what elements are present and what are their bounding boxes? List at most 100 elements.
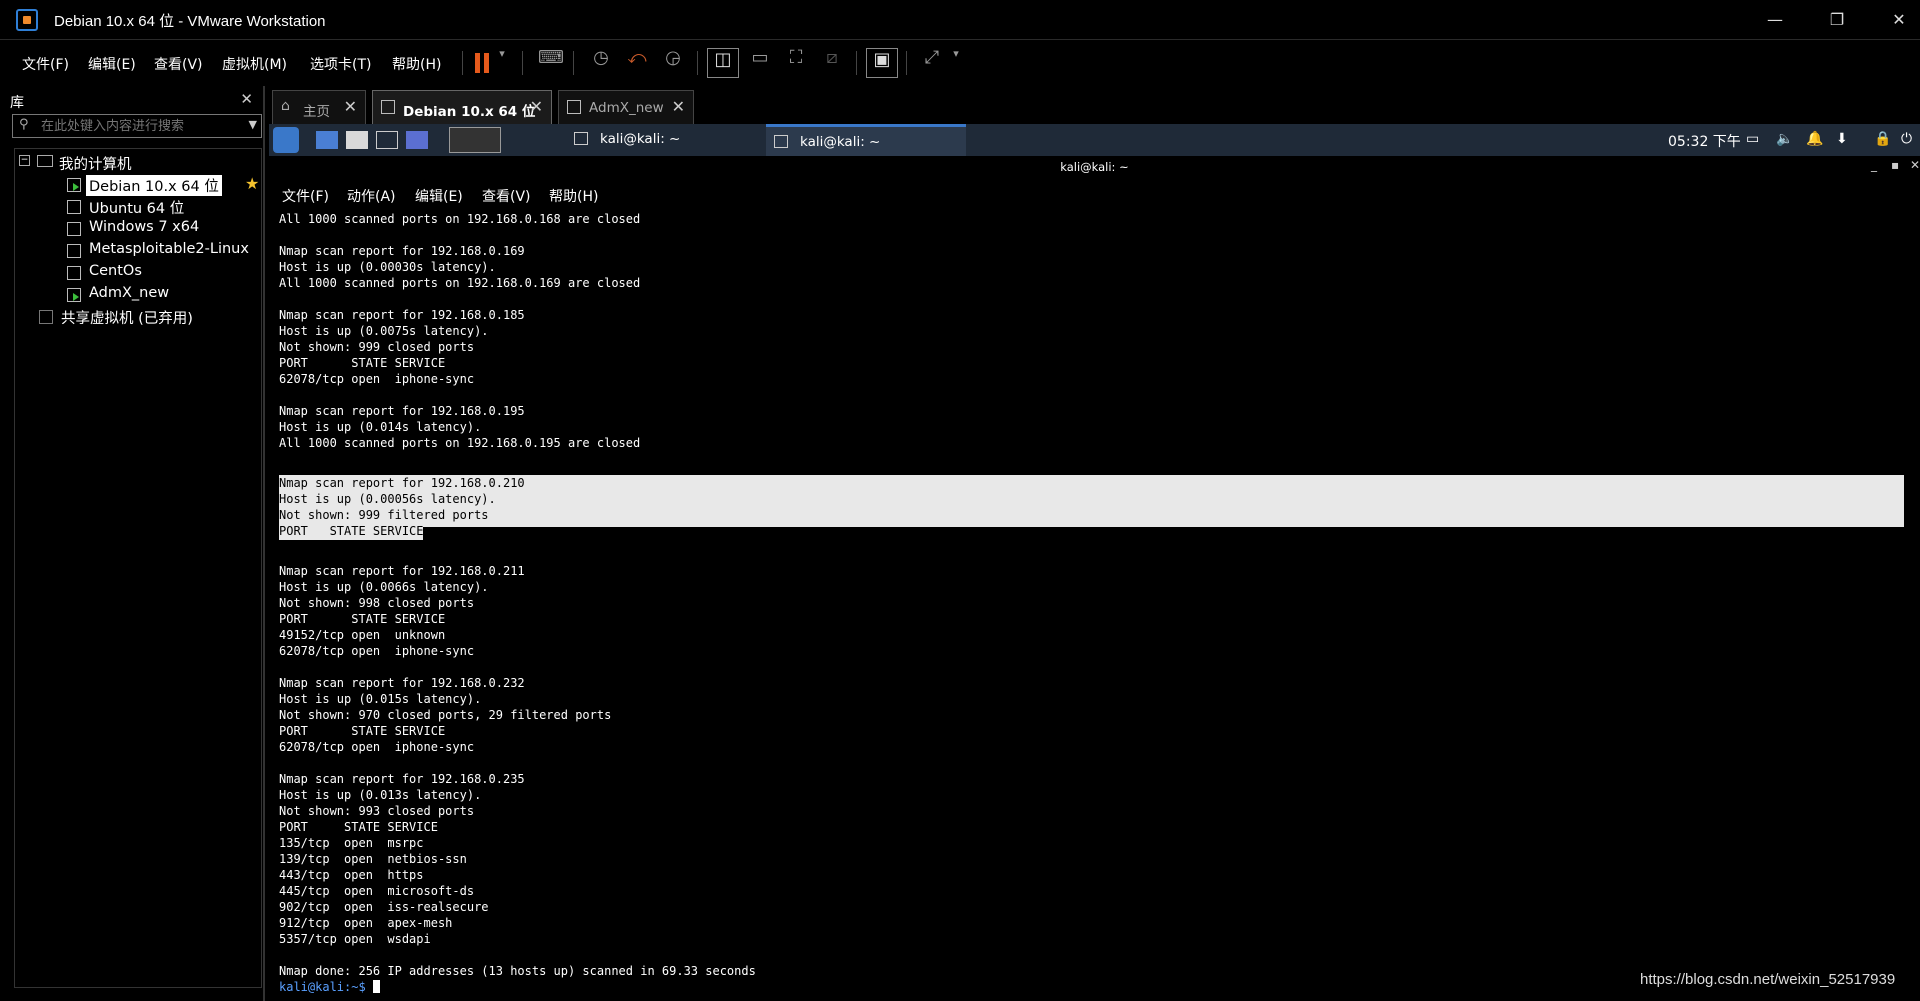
revert-snapshot-icon[interactable]: ⤺ (621, 47, 653, 79)
vm-label: Windows 7 x64 (89, 219, 200, 235)
terminal-line: Nmap scan report for 192.168.0.195 (279, 404, 525, 418)
console-view-icon[interactable]: ▣ (866, 48, 898, 78)
restore-button[interactable]: ❐ (1822, 8, 1852, 32)
toolbar-separator (906, 51, 907, 75)
menu-help[interactable]: 帮助(H) (392, 54, 441, 74)
snapshot-icon[interactable]: ◷ (585, 47, 617, 79)
close-icon[interactable]: ✕ (530, 97, 543, 116)
terminal-line: Nmap scan report for 192.168.0.169 (279, 244, 525, 258)
menu-tabs[interactable]: 选项卡(T) (310, 54, 371, 74)
terminal-close-button[interactable]: ✕ (1910, 158, 1920, 172)
terminal-icon[interactable] (376, 131, 398, 149)
vm-running-icon (67, 288, 81, 302)
update-icon[interactable]: ⬇ (1836, 131, 1848, 147)
tab-label: 主页 (303, 104, 330, 120)
terminal-line: Nmap scan report for 192.168.0.232 (279, 676, 525, 690)
title-bar: Debian 10.x 64 位 - VMware Workstation — … (0, 0, 1920, 40)
bell-icon[interactable]: 🔔 (1806, 131, 1823, 147)
shell-prompt: kali@kali:~$ (279, 980, 373, 994)
terminal-line: PORT STATE SERVICE (279, 612, 446, 626)
lock-icon[interactable]: 🔒 (1874, 131, 1891, 147)
file-manager-icon[interactable] (346, 131, 368, 149)
guest-display[interactable]: kali@kali: ~ kali@kali: ~ 05:32 下午 ▭ 🔈 🔔… (269, 124, 1920, 1001)
display-icon[interactable]: ▭ (1746, 131, 1759, 147)
menu-view[interactable]: 查看(V) (154, 54, 203, 74)
taskbar-window-2[interactable]: kali@kali: ~ (766, 124, 966, 156)
send-ctrl-alt-del-icon[interactable]: ⌨ (535, 47, 567, 79)
terminal-line: Not shown: 993 closed ports (279, 804, 475, 818)
terminal-line: All 1000 scanned ports on 192.168.0.195 … (279, 436, 641, 450)
vm-running-icon (381, 100, 395, 114)
terminal-menu-edit[interactable]: 编辑(E) (415, 186, 463, 206)
vm-label: Metasploitable2-Linux (89, 241, 249, 257)
thumbnail-view-icon[interactable]: ▭ (744, 47, 776, 79)
terminal-line: Host is up (0.015s latency). (279, 692, 482, 706)
terminal-menu-help[interactable]: 帮助(H) (549, 186, 598, 206)
search-input[interactable] (41, 117, 231, 135)
terminal-line: Host is up (0.014s latency). (279, 420, 482, 434)
snapshot-manager-icon[interactable]: ◶ (657, 47, 689, 79)
terminal-minimize-button[interactable]: _ (1871, 158, 1877, 172)
terminal-menu-action[interactable]: 动作(A) (347, 186, 396, 206)
chevron-down-icon[interactable]: ▾ (492, 47, 512, 79)
terminal-line: 139/tcp open netbios-ssn (279, 852, 467, 866)
tree-vm-debian[interactable]: Debian 10.x 64 位 ★ (67, 174, 259, 196)
workspace-switcher[interactable] (449, 127, 501, 153)
close-icon[interactable]: ✕ (672, 97, 685, 116)
panel-clock[interactable]: 05:32 下午 (1668, 131, 1741, 151)
terminal-line-selected: Not shown: 999 filtered ports (279, 508, 489, 522)
tab-admx[interactable]: AdmX_new ✕ (558, 90, 694, 124)
menu-file[interactable]: 文件(F) (22, 54, 69, 74)
tab-debian[interactable]: Debian 10.x 64 位 ✕ (372, 90, 552, 124)
minimize-button[interactable]: — (1760, 8, 1790, 32)
terminal-line: Not shown: 998 closed ports (279, 596, 475, 610)
terminal-line: Host is up (0.0066s latency). (279, 580, 489, 594)
vm-tab-strip: ⌂ 主页 ✕ Debian 10.x 64 位 ✕ AdmX_new ✕ (268, 86, 1920, 124)
home-icon: ⌂ (281, 98, 290, 114)
browser-icon[interactable] (406, 131, 428, 149)
chevron-down-icon[interactable]: ▼ (249, 118, 257, 131)
terminal-line: All 1000 scanned ports on 192.168.0.169 … (279, 276, 641, 290)
terminal-line: 5357/tcp open wsdapi (279, 932, 431, 946)
stretch-icon[interactable]: ⤢ (916, 47, 948, 79)
tab-label: AdmX_new (589, 100, 664, 116)
terminal-maximize-button[interactable]: ▪ (1891, 158, 1899, 172)
unity-icon[interactable]: ⧄ (816, 47, 848, 79)
terminal-line: 902/tcp open iss-realsecure (279, 900, 489, 914)
library-view-icon[interactable]: ◫ (707, 48, 739, 78)
menu-vm[interactable]: 虚拟机(M) (222, 54, 287, 74)
terminal-line: 62078/tcp open iphone-sync (279, 740, 475, 754)
terminal-line: Nmap scan report for 192.168.0.235 (279, 772, 525, 786)
terminal-menu-view[interactable]: 查看(V) (482, 186, 531, 206)
chevron-down-icon[interactable]: ▾ (946, 47, 966, 79)
collapse-icon[interactable]: − (19, 155, 30, 166)
terminal-line: 62078/tcp open iphone-sync (279, 372, 475, 386)
terminal-output[interactable]: All 1000 scanned ports on 192.168.0.168 … (279, 211, 1909, 1001)
close-button[interactable]: ✕ (1884, 8, 1914, 32)
taskbar-window-1[interactable]: kali@kali: ~ (566, 124, 736, 156)
selected-output[interactable]: Nmap scan report for 192.168.0.210 Host i… (279, 475, 525, 555)
menu-edit[interactable]: 编辑(E) (88, 54, 136, 74)
terminal-line: Not shown: 999 closed ports (279, 340, 475, 354)
library-search[interactable]: ⚲ ▼ (12, 114, 262, 138)
terminal-icon (574, 132, 588, 145)
power-icon[interactable]: ⏻ (1901, 131, 1912, 147)
volume-icon[interactable]: 🔈 (1776, 131, 1793, 147)
toolbar-separator (856, 51, 857, 75)
fullscreen-icon[interactable]: ⛶ (780, 47, 812, 79)
vm-icon (67, 222, 81, 236)
kali-menu-icon[interactable] (273, 127, 299, 153)
pause-icon[interactable] (475, 53, 491, 73)
vm-label: AdmX_new (89, 285, 170, 301)
vm-icon (67, 200, 81, 214)
kali-top-panel: kali@kali: ~ kali@kali: ~ 05:32 下午 ▭ 🔈 🔔… (269, 124, 1920, 156)
shared-label: 共享虚拟机 (已弃用) (61, 311, 193, 327)
show-desktop-icon[interactable] (316, 131, 338, 149)
tab-home[interactable]: ⌂ 主页 ✕ (272, 90, 366, 124)
close-icon[interactable]: ✕ (240, 90, 253, 108)
close-icon[interactable]: ✕ (344, 97, 357, 116)
terminal-menu-file[interactable]: 文件(F) (282, 186, 329, 206)
terminal-line: 912/tcp open apex-mesh (279, 916, 453, 930)
